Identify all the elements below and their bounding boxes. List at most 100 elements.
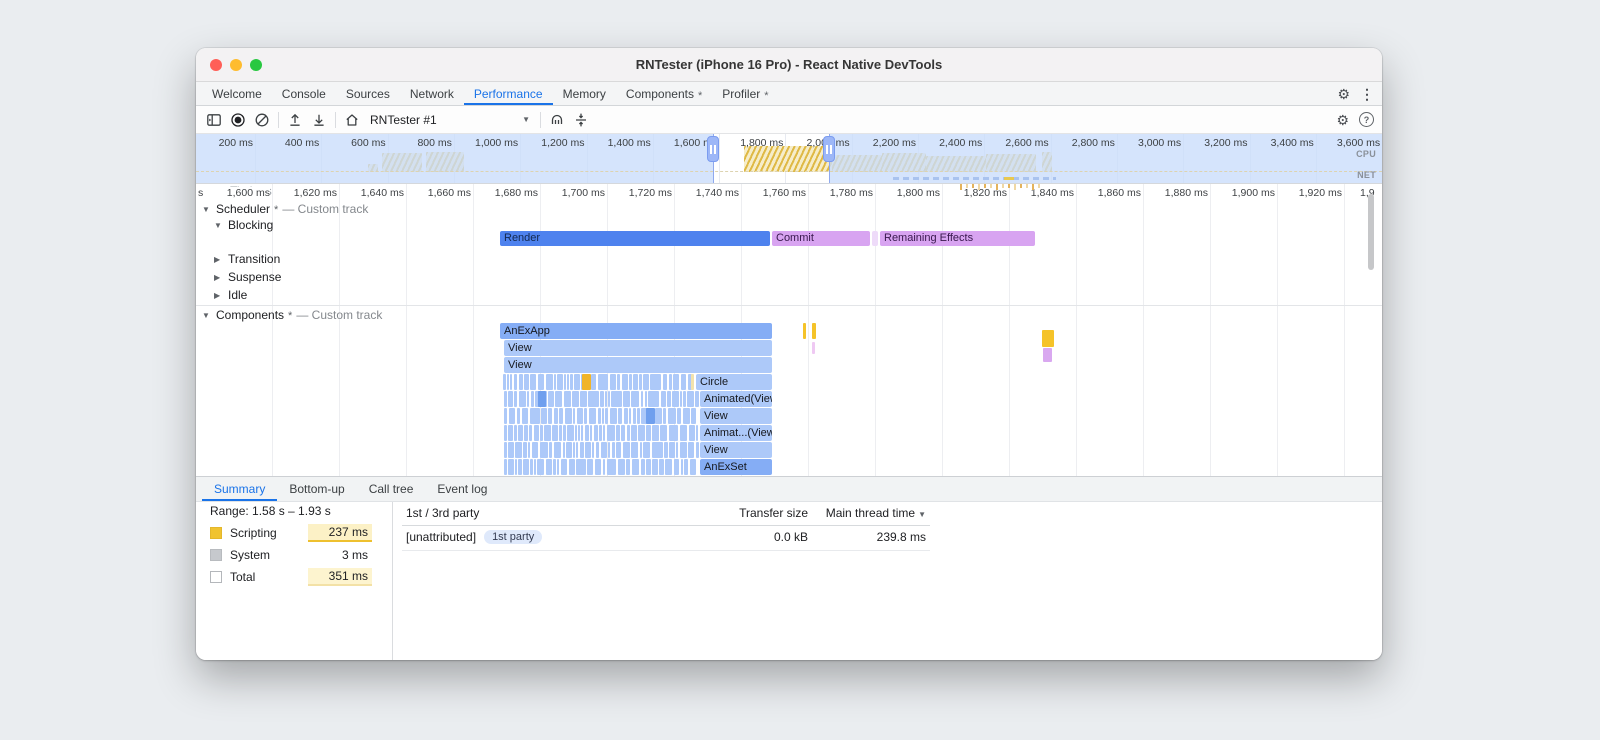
flame-segment-special[interactable] xyxy=(538,391,546,407)
details-tab-bottom-up[interactable]: Bottom-up xyxy=(277,477,356,501)
flame-segment[interactable] xyxy=(633,408,636,424)
flame-segment[interactable] xyxy=(546,459,552,475)
party-table-header[interactable]: 1st / 3rd party Transfer size Main threa… xyxy=(402,504,930,526)
flame-segment[interactable] xyxy=(587,459,593,475)
flame-segment[interactable] xyxy=(610,408,617,424)
save-profile-icon[interactable] xyxy=(307,109,331,131)
flame-bar[interactable]: AnExApp xyxy=(500,323,772,339)
flame-bar[interactable]: AnExSet xyxy=(700,459,772,475)
flame-segment[interactable] xyxy=(578,425,580,441)
flame-segment[interactable] xyxy=(683,408,690,424)
track-components-header[interactable]: ▼ Components * — Custom track xyxy=(202,307,382,323)
flame-segment[interactable] xyxy=(517,408,520,424)
flame-segment[interactable] xyxy=(530,408,540,424)
flame-segment[interactable] xyxy=(687,391,694,407)
flame-segment[interactable] xyxy=(611,391,622,407)
details-tab-event-log[interactable]: Event log xyxy=(425,477,499,501)
tab-memory[interactable]: Memory xyxy=(553,82,616,105)
flame-segment[interactable] xyxy=(631,442,638,458)
flame-segment[interactable] xyxy=(696,442,699,458)
flame-segment[interactable] xyxy=(623,391,630,407)
flame-segment[interactable] xyxy=(540,425,543,441)
flame-segment[interactable] xyxy=(618,459,625,475)
minimize-window-button[interactable] xyxy=(230,59,242,71)
flame-marker[interactable] xyxy=(1043,348,1052,362)
flame-segment[interactable] xyxy=(669,374,672,390)
flame-segment[interactable] xyxy=(565,408,572,424)
col-transfer-size[interactable]: Transfer size xyxy=(708,506,808,520)
flame-segment[interactable] xyxy=(585,442,591,458)
clear-icon[interactable] xyxy=(250,109,274,131)
flame-segment[interactable] xyxy=(538,374,544,390)
flame-segment-special[interactable] xyxy=(582,374,591,390)
flame-segment[interactable] xyxy=(508,391,513,407)
flame-segment[interactable] xyxy=(534,425,539,441)
toggle-sidebar-icon[interactable] xyxy=(202,109,226,131)
flame-segment[interactable] xyxy=(608,442,610,458)
flame-segment[interactable] xyxy=(640,442,642,458)
flame-segment[interactable] xyxy=(607,425,615,441)
flame-segment[interactable] xyxy=(610,374,616,390)
flame-segment[interactable] xyxy=(515,442,522,458)
flame-segment[interactable] xyxy=(504,442,507,458)
timeline-overview[interactable]: 200 ms 400 ms 600 ms 800 ms 1,000 ms 1,200 ms… xyxy=(196,134,1382,184)
flame-segment[interactable] xyxy=(570,374,573,390)
flame-segment[interactable] xyxy=(680,391,682,407)
flame-segment[interactable] xyxy=(691,408,696,424)
flame-segment[interactable] xyxy=(531,391,534,407)
flame-segment[interactable] xyxy=(529,425,532,441)
tab-network[interactable]: Network xyxy=(400,82,464,105)
tab-sources[interactable]: Sources xyxy=(336,82,400,105)
flame-segment[interactable] xyxy=(591,374,596,390)
flame-segment[interactable] xyxy=(503,374,506,390)
flame-segment[interactable] xyxy=(652,425,659,441)
vertical-scrollbar[interactable] xyxy=(1368,194,1374,270)
flame-segment[interactable] xyxy=(621,425,625,441)
flame-segment[interactable] xyxy=(567,425,574,441)
flame-segment[interactable] xyxy=(552,425,558,441)
flame-segment[interactable] xyxy=(616,425,620,441)
flame-segment[interactable] xyxy=(532,442,538,458)
flame-segment[interactable] xyxy=(567,374,569,390)
flame-marker[interactable] xyxy=(1042,330,1054,347)
collapse-tracks-icon[interactable] xyxy=(569,109,593,131)
flame-segment[interactable] xyxy=(504,408,507,424)
flame-segment[interactable] xyxy=(514,425,517,441)
flame-segment[interactable] xyxy=(623,442,630,458)
flame-segment[interactable] xyxy=(683,391,686,407)
flame-segment[interactable] xyxy=(661,391,666,407)
flame-segment[interactable] xyxy=(677,408,681,424)
flame-segment[interactable] xyxy=(580,442,584,458)
flame-segment[interactable] xyxy=(632,459,639,475)
flame-segment[interactable] xyxy=(573,442,575,458)
flame-segment[interactable] xyxy=(514,391,517,407)
flame-segment[interactable] xyxy=(598,374,608,390)
flame-segment[interactable] xyxy=(689,425,695,441)
flame-segment[interactable] xyxy=(664,442,668,458)
flame-bar[interactable]: View xyxy=(504,340,772,356)
flame-segment[interactable] xyxy=(665,459,672,475)
flame-segment[interactable] xyxy=(643,442,650,458)
flame-segment[interactable] xyxy=(554,442,561,458)
flame-segment[interactable] xyxy=(627,425,630,441)
selection-handle-right[interactable] xyxy=(823,136,835,162)
flame-segment[interactable] xyxy=(508,459,514,475)
flame-segment[interactable] xyxy=(695,391,699,407)
flame-segment[interactable] xyxy=(577,408,583,424)
flame-segment[interactable] xyxy=(645,391,647,407)
flame-bar[interactable]: Animated(View) xyxy=(700,391,772,407)
flame-segment[interactable] xyxy=(629,374,632,390)
flame-segment[interactable] xyxy=(572,391,579,407)
flame-segment-special[interactable] xyxy=(646,408,655,424)
flame-segment[interactable] xyxy=(553,459,556,475)
flame-segment[interactable] xyxy=(655,408,662,424)
subtrack-blocking[interactable]: ▼ Blocking xyxy=(214,217,273,233)
flame-segment[interactable] xyxy=(669,442,675,458)
flame-segment[interactable] xyxy=(668,408,676,424)
flame-segment[interactable] xyxy=(594,425,598,441)
scheduler-event-bar[interactable] xyxy=(872,231,878,246)
scheduler-event-bar[interactable]: Render xyxy=(500,231,770,246)
flame-marker[interactable] xyxy=(812,342,815,354)
garbage-collect-icon[interactable] xyxy=(545,109,569,131)
flame-segment[interactable] xyxy=(650,374,661,390)
